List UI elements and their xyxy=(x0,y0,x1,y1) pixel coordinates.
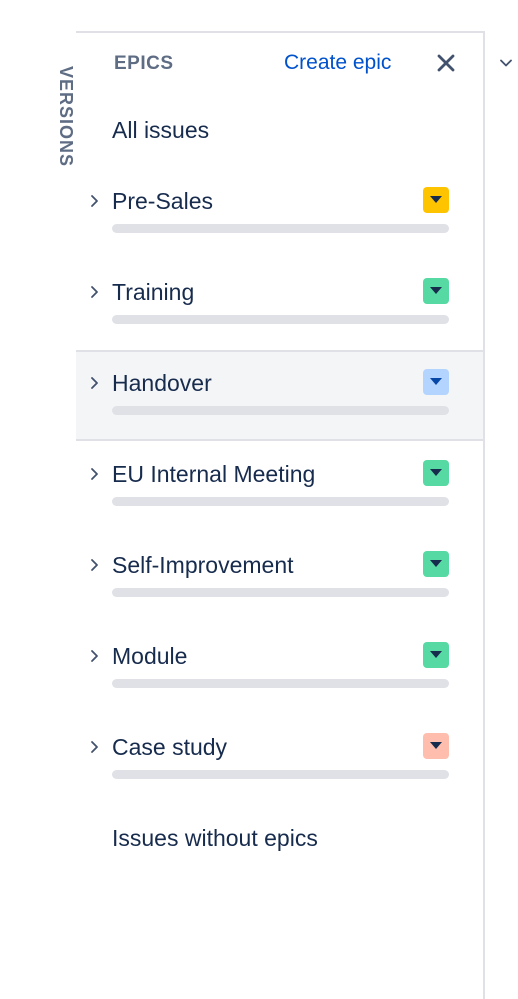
epic-details-toggle[interactable] xyxy=(423,642,449,668)
epic-item[interactable]: Module xyxy=(76,623,483,714)
issues-without-epics-item[interactable]: Issues without epics xyxy=(112,825,318,852)
epic-progress-bar xyxy=(112,224,449,233)
epic-name: Case study xyxy=(112,734,228,760)
chevron-right-icon[interactable] xyxy=(88,283,102,301)
epic-item[interactable]: Training xyxy=(76,259,483,350)
all-issues-item[interactable]: All issues xyxy=(112,117,209,144)
epic-details-toggle[interactable] xyxy=(423,733,449,759)
epic-progress-bar xyxy=(112,497,449,506)
epic-name: Training xyxy=(112,279,195,305)
epic-details-toggle[interactable] xyxy=(423,460,449,486)
epics-panel-header: EPICS Create epic xyxy=(76,33,483,95)
chevron-right-icon[interactable] xyxy=(88,647,102,665)
epic-details-toggle[interactable] xyxy=(423,187,449,213)
epic-item[interactable]: Pre-Sales xyxy=(76,168,483,259)
epic-item[interactable]: Self-Improvement xyxy=(76,532,483,623)
chevron-right-icon[interactable] xyxy=(88,374,102,392)
epic-item[interactable]: Handover xyxy=(76,350,483,441)
chevron-right-icon[interactable] xyxy=(88,556,102,574)
epic-item[interactable]: EU Internal Meeting xyxy=(76,441,483,532)
epic-details-toggle[interactable] xyxy=(423,278,449,304)
epic-name: EU Internal Meeting xyxy=(112,461,316,487)
chevron-down-icon xyxy=(430,651,442,658)
panel-title: EPICS xyxy=(114,53,174,74)
epic-progress-bar xyxy=(112,588,449,597)
epic-details-toggle[interactable] xyxy=(423,369,449,395)
epic-details-toggle[interactable] xyxy=(423,551,449,577)
chevron-down-icon[interactable] xyxy=(498,55,514,71)
chevron-right-icon[interactable] xyxy=(88,192,102,210)
close-icon[interactable] xyxy=(434,51,458,75)
chevron-down-icon xyxy=(430,287,442,294)
epics-panel: EPICS Create epic All issues Pre-Sales Tr… xyxy=(76,31,485,999)
epic-list: Pre-Sales Training Handover EU Internal Mee… xyxy=(76,168,483,805)
chevron-down-icon xyxy=(430,196,442,203)
chevron-down-icon xyxy=(430,742,442,749)
create-epic-link[interactable]: Create epic xyxy=(284,51,391,75)
epic-progress-bar xyxy=(112,315,449,324)
versions-tab[interactable]: VERSIONS xyxy=(36,60,76,190)
epic-name: Self-Improvement xyxy=(112,552,294,578)
epic-progress-bar xyxy=(112,679,449,688)
versions-tab-label: VERSIONS xyxy=(56,66,76,168)
epic-name: Handover xyxy=(112,370,212,396)
epic-progress-bar xyxy=(112,770,449,779)
chevron-down-icon xyxy=(430,560,442,567)
epic-item[interactable]: Case study xyxy=(76,714,483,805)
chevron-right-icon[interactable] xyxy=(88,465,102,483)
epic-progress-bar xyxy=(112,406,449,415)
epic-name: Module xyxy=(112,643,188,669)
chevron-down-icon xyxy=(430,378,442,385)
chevron-down-icon xyxy=(430,469,442,476)
epic-name: Pre-Sales xyxy=(112,188,213,214)
chevron-right-icon[interactable] xyxy=(88,738,102,756)
